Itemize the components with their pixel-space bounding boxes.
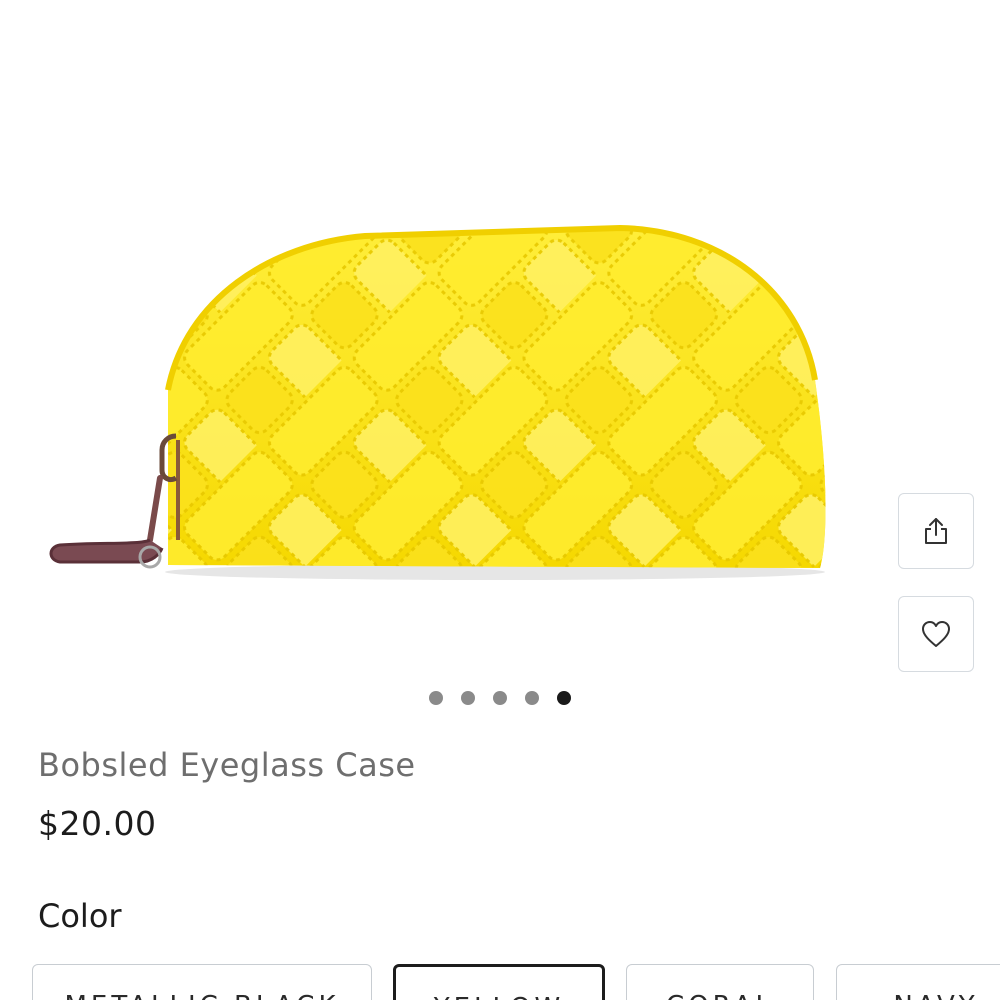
carousel-dot[interactable] [493,691,507,705]
carousel-dot-active[interactable] [557,691,571,705]
product-price: $20.00 [38,804,157,843]
favorite-button[interactable] [898,596,974,672]
carousel-dot[interactable] [525,691,539,705]
product-page: Bobsled Eyeglass Case $20.00 Color METAL… [0,0,1000,1000]
color-option-yellow[interactable]: YELLOW [393,964,605,1000]
color-option-metallic-black[interactable]: METALLIC BLACK [32,964,372,1000]
color-label: Color [38,897,122,935]
share-button[interactable] [898,493,974,569]
color-option-navy[interactable]: NAVY [836,964,1000,1000]
heart-icon [922,621,950,647]
eyeglass-case-illustration [49,224,826,580]
product-title: Bobsled Eyeglass Case [38,746,416,784]
color-option-coral[interactable]: CORAL [626,964,814,1000]
carousel-dot[interactable] [461,691,475,705]
carousel-pagination [0,691,1000,705]
share-icon [925,518,947,544]
carousel-dot[interactable] [429,691,443,705]
product-image[interactable] [0,0,1000,680]
